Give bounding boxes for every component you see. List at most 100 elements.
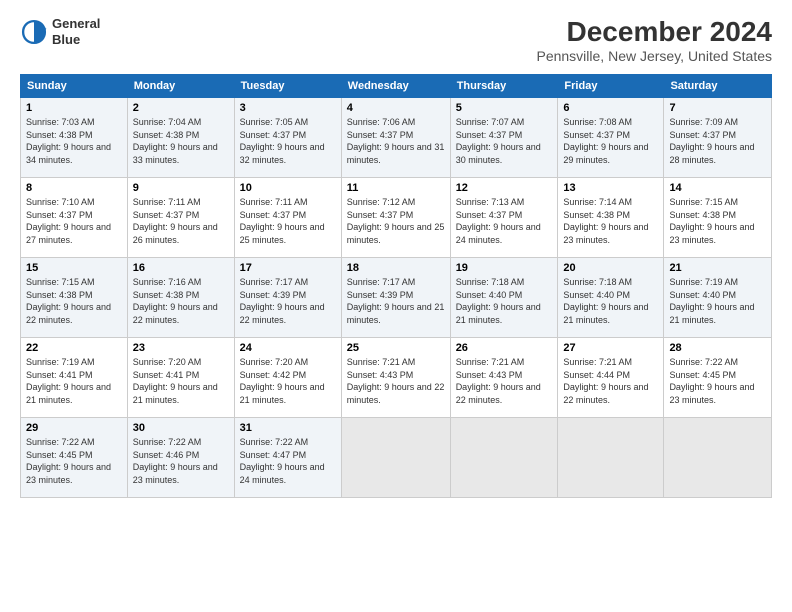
day-info: Sunrise: 7:08 AMSunset: 4:37 PMDaylight:… [563, 116, 658, 166]
day-info: Sunrise: 7:22 AMSunset: 4:46 PMDaylight:… [133, 436, 229, 486]
calendar-cell: 2 Sunrise: 7:04 AMSunset: 4:38 PMDaylight… [127, 98, 234, 178]
calendar-cell: 13 Sunrise: 7:14 AMSunset: 4:38 PMDayligh… [558, 178, 664, 258]
calendar-cell: 5 Sunrise: 7:07 AMSunset: 4:37 PMDaylight… [450, 98, 558, 178]
calendar-cell [341, 418, 450, 498]
calendar-cell: 15Sunrise: 7:15 AMSunset: 4:38 PMDayligh… [21, 258, 128, 338]
day-info: Sunrise: 7:12 AMSunset: 4:37 PMDaylight:… [347, 196, 445, 246]
col-monday: Monday [127, 75, 234, 98]
day-number: 29 [26, 422, 122, 434]
calendar-cell [664, 418, 772, 498]
day-number: 3 [240, 102, 336, 114]
subtitle: Pennsville, New Jersey, United States [536, 48, 772, 64]
day-number: 30 [133, 422, 229, 434]
col-tuesday: Tuesday [234, 75, 341, 98]
day-number: 13 [563, 182, 658, 194]
day-info: Sunrise: 7:15 AMSunset: 4:38 PMDaylight:… [669, 196, 766, 246]
day-number: 28 [669, 342, 766, 354]
calendar-cell: 4 Sunrise: 7:06 AMSunset: 4:37 PMDaylight… [341, 98, 450, 178]
day-info: Sunrise: 7:03 AMSunset: 4:38 PMDaylight:… [26, 116, 122, 166]
calendar-cell: 20 Sunrise: 7:18 AMSunset: 4:40 PMDayligh… [558, 258, 664, 338]
calendar-cell: 31 Sunrise: 7:22 AMSunset: 4:47 PMDayligh… [234, 418, 341, 498]
calendar-cell: 9Sunrise: 7:11 AMSunset: 4:37 PMDaylight… [127, 178, 234, 258]
calendar-cell: 22 Sunrise: 7:19 AMSunset: 4:41 PMDayligh… [21, 338, 128, 418]
header-row: Sunday Monday Tuesday Wednesday Thursday… [21, 75, 772, 98]
day-info: Sunrise: 7:19 AMSunset: 4:40 PMDaylight:… [669, 276, 766, 326]
calendar-cell: 1 Sunrise: 7:03 AMSunset: 4:38 PMDaylight… [21, 98, 128, 178]
day-number: 12 [456, 182, 553, 194]
calendar-cell [558, 418, 664, 498]
day-info: Sunrise: 7:18 AMSunset: 4:40 PMDaylight:… [563, 276, 658, 326]
col-sunday: Sunday [21, 75, 128, 98]
calendar-cell: 18 Sunrise: 7:17 AMSunset: 4:39 PMDayligh… [341, 258, 450, 338]
day-number: 27 [563, 342, 658, 354]
day-number: 9 [133, 182, 229, 194]
week-row-2: 8Sunrise: 7:10 AMSunset: 4:37 PMDaylight… [21, 178, 772, 258]
day-info: Sunrise: 7:05 AMSunset: 4:37 PMDaylight:… [240, 116, 336, 166]
day-number: 20 [563, 262, 658, 274]
calendar-table: Sunday Monday Tuesday Wednesday Thursday… [20, 74, 772, 498]
day-number: 19 [456, 262, 553, 274]
week-row-1: 1 Sunrise: 7:03 AMSunset: 4:38 PMDaylight… [21, 98, 772, 178]
day-number: 18 [347, 262, 445, 274]
col-friday: Friday [558, 75, 664, 98]
day-info: Sunrise: 7:20 AMSunset: 4:41 PMDaylight:… [133, 356, 229, 406]
day-number: 2 [133, 102, 229, 114]
calendar-cell: 26Sunrise: 7:21 AMSunset: 4:43 PMDayligh… [450, 338, 558, 418]
calendar-cell: 17 Sunrise: 7:17 AMSunset: 4:39 PMDayligh… [234, 258, 341, 338]
header: General Blue December 2024 Pennsville, N… [20, 16, 772, 64]
day-info: Sunrise: 7:21 AMSunset: 4:44 PMDaylight:… [563, 356, 658, 406]
day-number: 15 [26, 262, 122, 274]
week-row-4: 22 Sunrise: 7:19 AMSunset: 4:41 PMDayligh… [21, 338, 772, 418]
day-info: Sunrise: 7:22 AMSunset: 4:47 PMDaylight:… [240, 436, 336, 486]
col-saturday: Saturday [664, 75, 772, 98]
day-info: Sunrise: 7:18 AMSunset: 4:40 PMDaylight:… [456, 276, 553, 326]
day-number: 7 [669, 102, 766, 114]
calendar-cell: 29 Sunrise: 7:22 AMSunset: 4:45 PMDayligh… [21, 418, 128, 498]
calendar-cell: 12 Sunrise: 7:13 AMSunset: 4:37 PMDayligh… [450, 178, 558, 258]
calendar-cell: 25Sunrise: 7:21 AMSunset: 4:43 PMDayligh… [341, 338, 450, 418]
day-info: Sunrise: 7:07 AMSunset: 4:37 PMDaylight:… [456, 116, 553, 166]
day-info: Sunrise: 7:17 AMSunset: 4:39 PMDaylight:… [240, 276, 336, 326]
calendar-cell: 16Sunrise: 7:16 AMSunset: 4:38 PMDayligh… [127, 258, 234, 338]
day-number: 5 [456, 102, 553, 114]
day-info: Sunrise: 7:06 AMSunset: 4:37 PMDaylight:… [347, 116, 445, 166]
day-info: Sunrise: 7:20 AMSunset: 4:42 PMDaylight:… [240, 356, 336, 406]
day-number: 22 [26, 342, 122, 354]
day-number: 17 [240, 262, 336, 274]
day-number: 26 [456, 342, 553, 354]
day-number: 25 [347, 342, 445, 354]
calendar-cell: 7 Sunrise: 7:09 AMSunset: 4:37 PMDaylight… [664, 98, 772, 178]
logo: General Blue [20, 16, 100, 47]
day-info: Sunrise: 7:11 AMSunset: 4:37 PMDaylight:… [240, 196, 336, 246]
calendar-cell: 8Sunrise: 7:10 AMSunset: 4:37 PMDaylight… [21, 178, 128, 258]
main-title: December 2024 [536, 16, 772, 48]
day-info: Sunrise: 7:14 AMSunset: 4:38 PMDaylight:… [563, 196, 658, 246]
day-info: Sunrise: 7:10 AMSunset: 4:37 PMDaylight:… [26, 196, 122, 246]
day-number: 23 [133, 342, 229, 354]
week-row-3: 15Sunrise: 7:15 AMSunset: 4:38 PMDayligh… [21, 258, 772, 338]
calendar-cell: 3 Sunrise: 7:05 AMSunset: 4:37 PMDaylight… [234, 98, 341, 178]
day-number: 6 [563, 102, 658, 114]
day-number: 24 [240, 342, 336, 354]
day-info: Sunrise: 7:04 AMSunset: 4:38 PMDaylight:… [133, 116, 229, 166]
day-info: Sunrise: 7:13 AMSunset: 4:37 PMDaylight:… [456, 196, 553, 246]
day-number: 21 [669, 262, 766, 274]
logo-icon [20, 18, 48, 46]
day-number: 4 [347, 102, 445, 114]
day-info: Sunrise: 7:22 AMSunset: 4:45 PMDaylight:… [26, 436, 122, 486]
day-number: 31 [240, 422, 336, 434]
week-row-5: 29 Sunrise: 7:22 AMSunset: 4:45 PMDayligh… [21, 418, 772, 498]
calendar-cell: 27 Sunrise: 7:21 AMSunset: 4:44 PMDayligh… [558, 338, 664, 418]
day-number: 16 [133, 262, 229, 274]
calendar-cell: 11 Sunrise: 7:12 AMSunset: 4:37 PMDayligh… [341, 178, 450, 258]
day-info: Sunrise: 7:22 AMSunset: 4:45 PMDaylight:… [669, 356, 766, 406]
day-info: Sunrise: 7:19 AMSunset: 4:41 PMDaylight:… [26, 356, 122, 406]
calendar-cell: 21 Sunrise: 7:19 AMSunset: 4:40 PMDayligh… [664, 258, 772, 338]
col-thursday: Thursday [450, 75, 558, 98]
day-number: 11 [347, 182, 445, 194]
calendar-cell: 14Sunrise: 7:15 AMSunset: 4:38 PMDayligh… [664, 178, 772, 258]
calendar-cell [450, 418, 558, 498]
day-info: Sunrise: 7:17 AMSunset: 4:39 PMDaylight:… [347, 276, 445, 326]
day-info: Sunrise: 7:09 AMSunset: 4:37 PMDaylight:… [669, 116, 766, 166]
day-number: 1 [26, 102, 122, 114]
